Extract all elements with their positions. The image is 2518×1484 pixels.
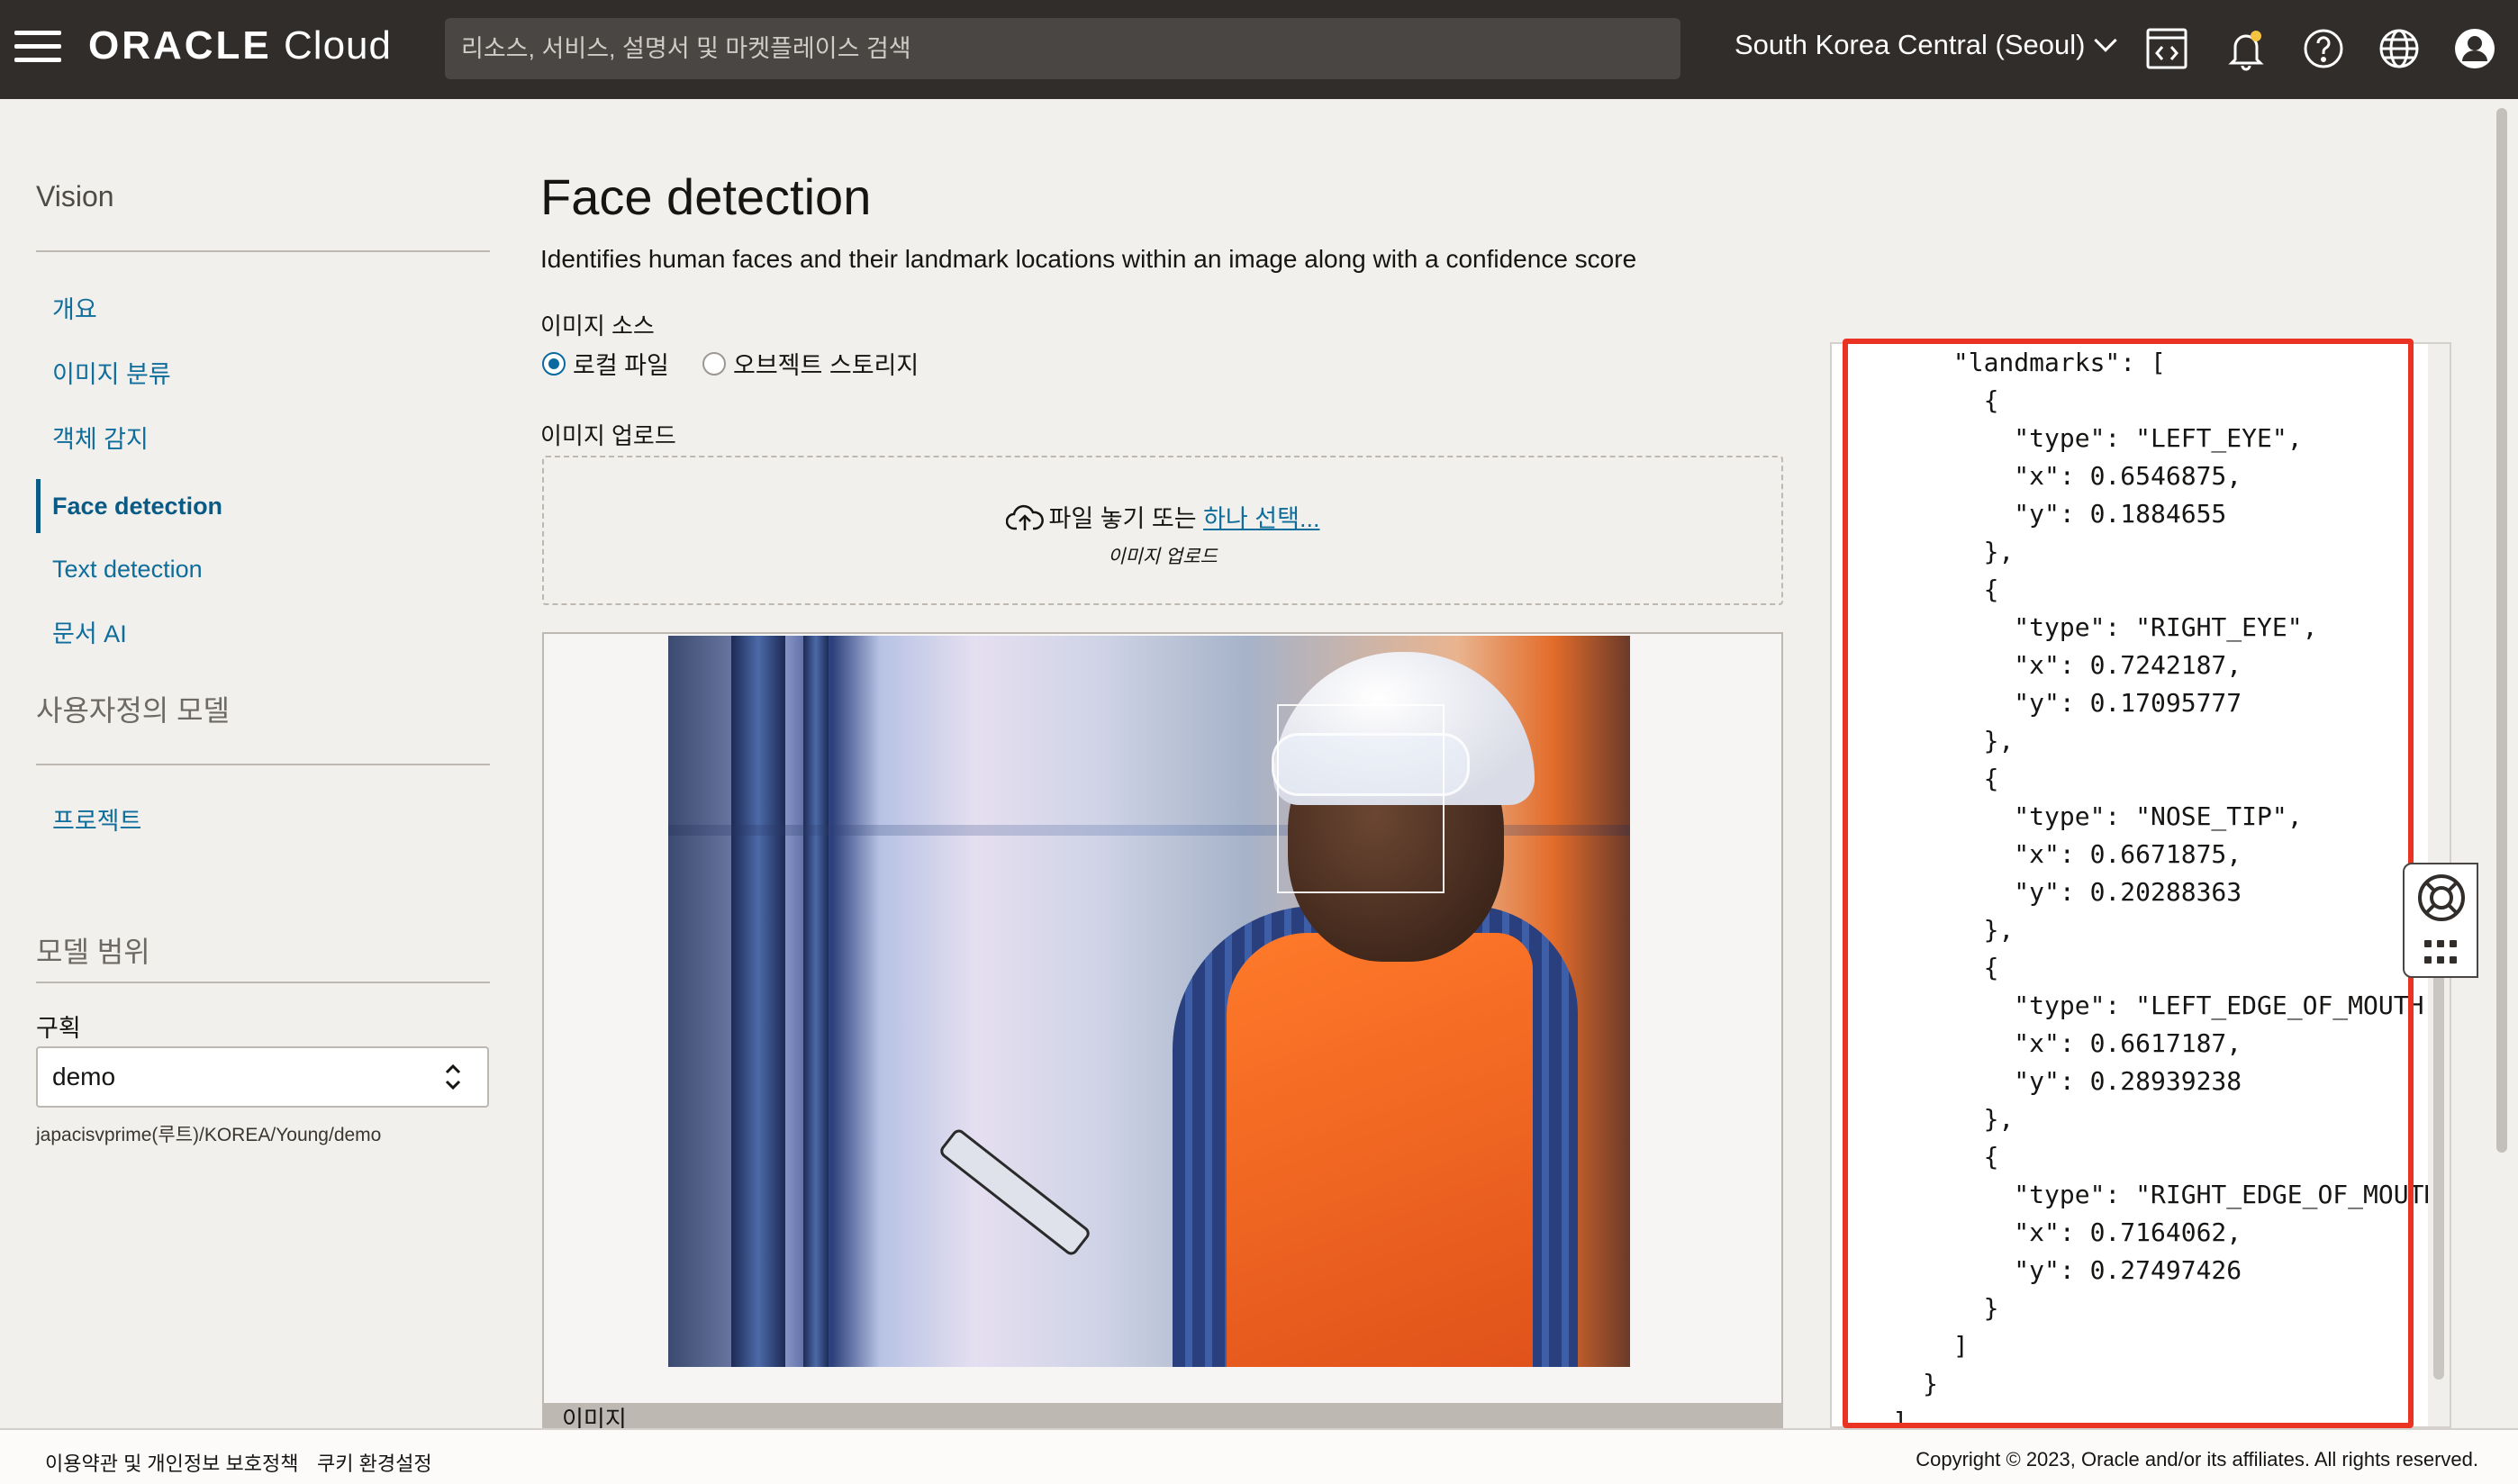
compartment-select[interactable]: demo bbox=[36, 1046, 489, 1108]
page-description: Identifies human faces and their landmar… bbox=[540, 245, 1637, 273]
json-result-panel[interactable]: "landmarks": [ { "type": "LEFT_EYE", "x"… bbox=[1830, 342, 2451, 1428]
json-line: "y": 0.27497426 bbox=[1832, 1255, 2242, 1285]
model-scope-heading: 모델 범위 bbox=[36, 936, 150, 968]
user-avatar-icon[interactable] bbox=[2453, 25, 2496, 72]
search-input[interactable] bbox=[461, 34, 1680, 63]
search-bar[interactable] bbox=[445, 18, 1680, 79]
json-line: "x": 0.6617187, bbox=[1832, 1028, 2242, 1058]
scrollbar-thumb[interactable] bbox=[2433, 965, 2444, 1380]
json-line: "landmarks": [ bbox=[1832, 348, 2166, 377]
divider bbox=[36, 250, 490, 252]
uploaded-photo bbox=[668, 636, 1630, 1367]
help-icon[interactable] bbox=[2302, 25, 2345, 72]
sidebar-item-projects[interactable]: 프로젝트 bbox=[36, 794, 486, 848]
json-line: }, bbox=[1832, 537, 2015, 566]
json-line: "x": 0.6546875, bbox=[1832, 461, 2242, 491]
chevron-down-icon bbox=[2094, 29, 2118, 52]
page-scrollbar[interactable] bbox=[2495, 101, 2509, 1425]
json-line: "y": 0.28939238 bbox=[1832, 1066, 2242, 1096]
json-line: "x": 0.7164062, bbox=[1832, 1217, 2242, 1247]
radio-local-file[interactable]: 로컬 파일 bbox=[542, 346, 669, 381]
json-line: ] bbox=[1832, 1331, 1969, 1361]
json-line: { bbox=[1832, 953, 1999, 982]
compartment-value: demo bbox=[52, 1063, 116, 1090]
divider bbox=[36, 764, 490, 765]
bell-icon[interactable] bbox=[2224, 25, 2268, 72]
radio-button-selected[interactable] bbox=[542, 351, 566, 376]
grid-handle-icon bbox=[2424, 940, 2460, 967]
radio-label: 로컬 파일 bbox=[573, 352, 669, 379]
file-dropzone[interactable]: 파일 놓기 또는 하나 선택... 이미지 업로드 bbox=[542, 456, 1783, 605]
json-line: "y": 0.1884655 bbox=[1832, 499, 2227, 529]
dropzone-prompt: 파일 놓기 또는 하나 선택... bbox=[544, 499, 1781, 534]
compartment-path: japacisvprime(루트)/KOREA/Young/demo bbox=[36, 1125, 382, 1145]
dropzone-text: 파일 놓기 또는 bbox=[1048, 505, 1197, 532]
json-line: "y": 0.20288363 bbox=[1832, 877, 2242, 907]
copyright-text: Copyright © 2023, Oracle and/or its affi… bbox=[1916, 1448, 2478, 1470]
terms-privacy-link[interactable]: 이용약관 및 개인정보 보호정책 bbox=[45, 1448, 298, 1477]
json-line: { bbox=[1832, 1142, 1999, 1172]
custom-models-heading: 사용자정의 모델 bbox=[36, 694, 230, 727]
image-source-label: 이미지 소스 bbox=[540, 312, 655, 339]
cookie-preferences-link[interactable]: 쿠키 환경설정 bbox=[317, 1448, 432, 1477]
json-line: "x": 0.6671875, bbox=[1832, 839, 2242, 869]
cloud-upload-icon bbox=[1005, 504, 1044, 530]
json-result-text: "landmarks": [ { "type": "LEFT_EYE", "x"… bbox=[1832, 344, 2451, 1428]
sidebar-item-image-classification[interactable]: 이미지 분류 bbox=[36, 348, 486, 402]
json-line: } bbox=[1832, 1293, 1999, 1323]
image-preview-frame: 이미지 bbox=[542, 632, 1783, 1434]
globe-icon[interactable] bbox=[2378, 25, 2421, 72]
face-bounding-box bbox=[1277, 704, 1445, 893]
page-title: Face detection bbox=[540, 168, 872, 225]
sidebar-item-face-detection[interactable]: Face detection bbox=[36, 479, 486, 533]
radio-object-storage[interactable]: 오브젝트 스토리지 bbox=[702, 346, 919, 381]
sidebar-item-overview[interactable]: 개요 bbox=[36, 283, 486, 337]
compartment-label: 구획 bbox=[36, 1015, 81, 1042]
radio-button[interactable] bbox=[702, 351, 726, 376]
sidebar-item-object-detection[interactable]: 객체 감지 bbox=[36, 412, 486, 466]
json-line: "x": 0.7242187, bbox=[1832, 650, 2242, 680]
help-widget[interactable] bbox=[2403, 863, 2478, 978]
json-line: }, bbox=[1832, 915, 2015, 945]
json-line: }, bbox=[1832, 726, 2015, 756]
json-line: }, bbox=[1832, 1104, 2015, 1134]
json-line: "type": "RIGHT_EDGE_OF_MOUTH", bbox=[1832, 1180, 2451, 1209]
json-line: "type": "NOSE_TIP", bbox=[1832, 801, 2303, 831]
service-title: Vision bbox=[36, 180, 114, 213]
select-file-link[interactable]: 하나 선택... bbox=[1203, 505, 1319, 532]
code-editor-icon[interactable] bbox=[2145, 25, 2188, 72]
json-line: } bbox=[1832, 1369, 1939, 1398]
json-line: { bbox=[1832, 575, 1999, 604]
json-line: ] bbox=[1832, 1407, 1908, 1428]
footer: 이용약관 및 개인정보 보호정책 쿠키 환경설정 Copyright © 202… bbox=[0, 1428, 2518, 1484]
hamburger-menu-icon[interactable] bbox=[14, 31, 61, 67]
top-navigation-bar: ORACLE Cloud South Korea Central (Seoul) bbox=[0, 0, 2518, 99]
region-selector[interactable]: South Korea Central (Seoul) bbox=[1735, 29, 2118, 61]
oracle-cloud-logo[interactable]: ORACLE Cloud bbox=[88, 23, 392, 68]
scrollbar-thumb[interactable] bbox=[2496, 108, 2507, 1153]
json-line: { bbox=[1832, 385, 1999, 415]
json-line: "type": "LEFT_EYE", bbox=[1832, 423, 2303, 453]
lifebuoy-icon bbox=[2418, 874, 2465, 921]
json-line: "type": "RIGHT_EYE", bbox=[1832, 612, 2318, 642]
json-line: { bbox=[1832, 764, 1999, 793]
image-upload-label: 이미지 업로드 bbox=[540, 422, 676, 449]
radio-label: 오브젝트 스토리지 bbox=[733, 352, 919, 379]
dropzone-subtext: 이미지 업로드 bbox=[1108, 547, 1218, 567]
divider bbox=[36, 982, 490, 983]
select-arrows-icon bbox=[445, 1063, 461, 1090]
json-line: "y": 0.17095777 bbox=[1832, 688, 2242, 718]
json-line: "type": "LEFT_EDGE_OF_MOUTH", bbox=[1832, 991, 2451, 1020]
sidebar-item-document-ai[interactable]: 문서 AI bbox=[36, 607, 486, 661]
sidebar-item-text-detection[interactable]: Text detection bbox=[36, 542, 486, 596]
